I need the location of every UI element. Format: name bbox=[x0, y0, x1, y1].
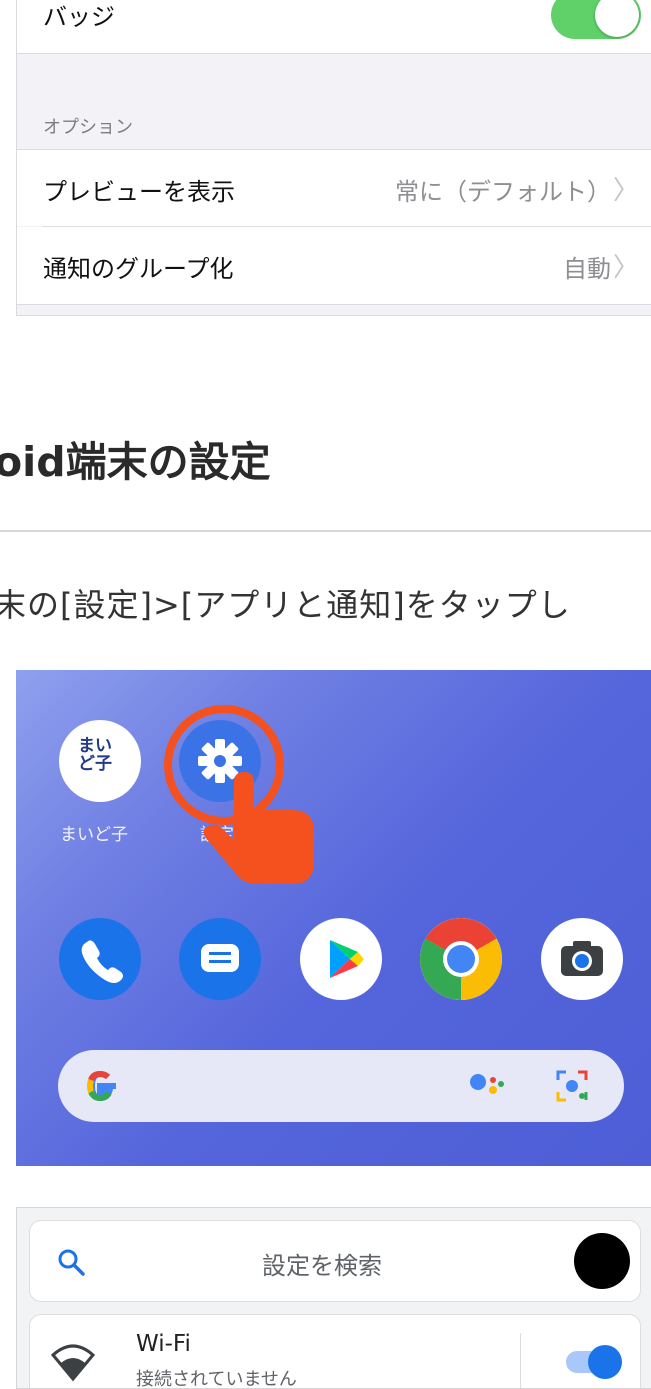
google-logo-icon bbox=[87, 1070, 116, 1102]
assistant-icon bbox=[470, 1074, 504, 1094]
heading-rule bbox=[0, 530, 651, 532]
chevron-right-icon: 〉 bbox=[612, 176, 639, 206]
search-icon bbox=[58, 1249, 85, 1276]
android-settings-screenshot: 設定を検索 Wi-Fi 接続されていません bbox=[16, 1207, 651, 1389]
toggle-knob bbox=[595, 0, 639, 37]
search-placeholder: 設定を検索 bbox=[262, 1252, 382, 1280]
preview-row[interactable]: プレビューを表示 常に（デフォルト） 〉 bbox=[17, 150, 651, 226]
wifi-row[interactable]: Wi-Fi 接続されていません bbox=[29, 1314, 641, 1389]
camera-icon[interactable] bbox=[541, 918, 623, 1000]
google-search-bar[interactable] bbox=[58, 1050, 624, 1122]
lens-icon bbox=[556, 1070, 588, 1102]
badge-row[interactable]: バッジ bbox=[17, 0, 651, 53]
wifi-title: Wi-Fi bbox=[136, 1331, 191, 1357]
section-heading: oid端末の設定 bbox=[0, 438, 271, 486]
wifi-toggle[interactable] bbox=[566, 1345, 622, 1379]
play-store-icon[interactable] bbox=[300, 918, 382, 1000]
app-label-maidoko: まいど子 bbox=[60, 825, 128, 845]
wifi-subtitle: 接続されていません bbox=[136, 1369, 297, 1389]
badge-label: バッジ bbox=[43, 3, 115, 31]
divider bbox=[17, 304, 651, 305]
instruction-text: 末の[設定]>[アプリと通知]をタップし bbox=[0, 586, 571, 624]
grouping-row[interactable]: 通知のグループ化 自動 〉 bbox=[17, 227, 651, 304]
phone-icon[interactable] bbox=[59, 918, 141, 1000]
options-section-header: オプション bbox=[43, 117, 133, 138]
grouping-value: 自動 bbox=[563, 255, 611, 283]
preview-value: 常に（デフォルト） bbox=[395, 178, 611, 206]
wifi-icon bbox=[50, 1344, 96, 1382]
maidoko-logo: まい ど子 bbox=[78, 736, 112, 774]
chrome-icon[interactable] bbox=[420, 918, 502, 1000]
toggle-knob bbox=[588, 1345, 622, 1379]
divider bbox=[17, 53, 651, 54]
maidoko-app-icon[interactable]: まい ど子 bbox=[59, 720, 141, 802]
android-home-screenshot: まい ど子 まいど子 設定 bbox=[16, 670, 651, 1166]
grouping-label: 通知のグループ化 bbox=[43, 255, 234, 283]
preview-label: プレビューを表示 bbox=[43, 178, 235, 206]
messages-icon[interactable] bbox=[179, 918, 261, 1000]
chevron-right-icon: 〉 bbox=[612, 253, 639, 283]
tap-hand-icon bbox=[203, 772, 314, 884]
badge-toggle[interactable] bbox=[551, 0, 641, 39]
avatar[interactable] bbox=[574, 1233, 630, 1289]
ios-settings-screenshot: バッジ オプション プレビューを表示 常に（デフォルト） 〉 通知のグループ化 … bbox=[16, 0, 651, 316]
settings-search-bar[interactable]: 設定を検索 bbox=[29, 1220, 641, 1302]
